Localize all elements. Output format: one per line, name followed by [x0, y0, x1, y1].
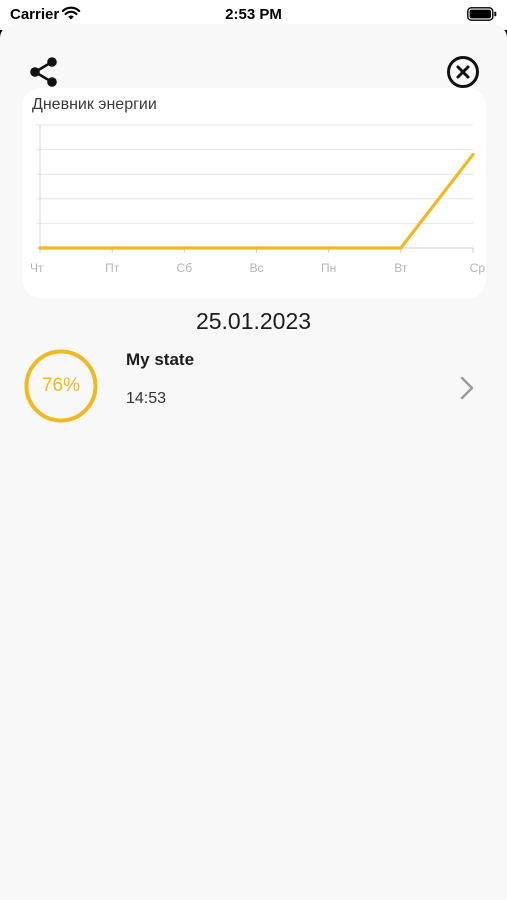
data-point	[110, 246, 114, 250]
series-line	[40, 153, 475, 250]
energy-chart-card: Дневник энергии Чт Пт Сб Вс Пн Вт Ср	[22, 88, 486, 298]
data-point	[471, 152, 475, 157]
status-time: 2:53 PM	[225, 6, 282, 23]
chevron-right-icon[interactable]	[458, 374, 476, 402]
data-point	[327, 246, 331, 250]
date-heading: 25.01.2023	[195, 308, 312, 334]
state-entry-row[interactable]: 76% My state 14:53	[0, 346, 507, 426]
data-point	[399, 246, 403, 250]
x-tick-label: Пн	[321, 261, 336, 275]
x-tick-label: Вс	[249, 261, 263, 275]
entry-time: 14:53	[126, 390, 167, 407]
x-tick-label: Сб	[177, 261, 193, 275]
energy-percent: 76%	[41, 375, 81, 396]
modal-sheet: Дневник энергии Чт Пт Сб Вс Пн Вт Ср 25.01.202…	[0, 24, 507, 900]
data-point	[254, 246, 259, 250]
x-tick-label: Вт	[394, 261, 408, 275]
entry-title: My state	[126, 350, 195, 369]
energy-line-chart: Чт Пт Сб Вс Пн Вт Ср	[30, 124, 486, 275]
data-point	[38, 246, 42, 250]
x-tick-label: Чт	[30, 261, 44, 275]
share-icon[interactable]	[27, 55, 61, 89]
battery-icon	[467, 7, 497, 21]
data-point	[182, 246, 186, 250]
close-circle-icon[interactable]	[446, 55, 480, 89]
x-tick-label: Ср	[470, 261, 486, 275]
x-tick-label: Пт	[105, 261, 120, 275]
